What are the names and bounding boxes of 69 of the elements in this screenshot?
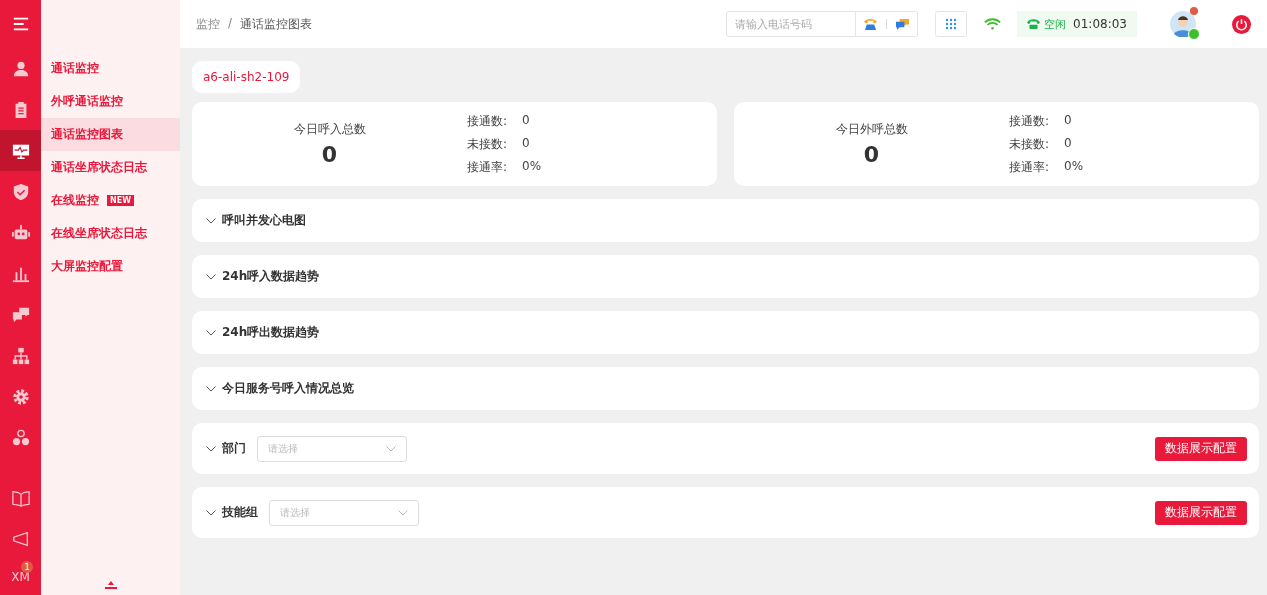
robot-icon — [11, 223, 30, 242]
submenu-item[interactable]: 在线坐席状态日志 — [41, 217, 180, 250]
settings-icon — [11, 387, 30, 406]
section-title[interactable]: 呼叫并发心电图 — [222, 212, 306, 229]
stat-value: 0% — [522, 158, 542, 175]
power-icon[interactable] — [1232, 14, 1251, 34]
submenu-item[interactable]: 通话监控图表 — [41, 118, 180, 151]
chevron-icon[interactable] — [206, 509, 216, 516]
chevron-icon — [386, 445, 396, 452]
submenu-item[interactable]: 在线监控 NEW — [41, 184, 180, 217]
chat-icon[interactable] — [895, 17, 910, 31]
menu-icon[interactable] — [11, 15, 30, 33]
stat-label: 接通数: — [1009, 112, 1051, 130]
section-title[interactable]: 技能组 — [222, 504, 258, 521]
submenu-item[interactable]: 通话监控 — [41, 52, 180, 85]
chat-icon — [11, 305, 30, 324]
keypad-button[interactable] — [935, 11, 967, 37]
submenu-item[interactable]: 大屏监控配置 — [41, 250, 180, 283]
select-placeholder: 请选择 — [280, 505, 310, 520]
phone-search-field[interactable]: 请输入电话号码 — [726, 11, 856, 37]
stat-title: 今日外呼总数 — [835, 121, 908, 138]
call-timer: 01:08:03 — [1073, 17, 1127, 31]
section-title[interactable]: 今日服务号呼入情况总览 — [222, 380, 354, 397]
chevron-icon[interactable] — [206, 273, 216, 280]
chevron-icon[interactable] — [206, 445, 216, 452]
stat-value: 0 — [1064, 112, 1072, 129]
stat-value: 0 — [1064, 135, 1072, 152]
stat-label: 接通数: — [467, 112, 509, 130]
section-title[interactable]: 24h呼入数据趋势 — [222, 268, 320, 285]
breadcrumb-separator: / — [228, 15, 233, 32]
shield-icon — [11, 182, 30, 201]
breadcrumb-link[interactable]: 监控 — [196, 15, 220, 33]
user-initials[interactable]: XM — [11, 570, 30, 584]
stat-value: 0% — [1064, 158, 1084, 175]
book-icon[interactable] — [11, 488, 30, 507]
submenu-item[interactable]: 通话坐席状态日志 — [41, 151, 180, 184]
chevron-icon[interactable] — [206, 217, 216, 224]
stat-total: 0 — [863, 142, 880, 167]
config-button[interactable]: 数据展示配置 — [1155, 500, 1247, 525]
section-title[interactable]: 24h呼出数据趋势 — [222, 324, 320, 341]
person-icon — [11, 59, 30, 78]
stat-label: 接通率: — [467, 158, 509, 176]
stat-label: 未接数: — [467, 135, 509, 153]
stat-label: 接通率: — [1009, 158, 1051, 176]
status-label: 空闲 — [1044, 16, 1066, 32]
breadcrumb-current: 通话监控图表 — [240, 15, 313, 33]
chevron-icon[interactable] — [206, 329, 216, 336]
select-placeholder: 请选择 — [268, 441, 298, 456]
stat-total: 0 — [321, 142, 338, 167]
stat-label: 未接数: — [1009, 135, 1051, 153]
section-title[interactable]: 部门 — [222, 440, 246, 457]
new-tag: NEW — [107, 195, 134, 206]
chevron-icon — [398, 509, 408, 516]
phone-icon — [1027, 19, 1040, 29]
stat-title: 今日呼入总数 — [293, 121, 366, 138]
megaphone-icon[interactable] — [11, 529, 30, 548]
phone-icon[interactable] — [863, 17, 878, 31]
server-tag: a6-ali-sh2-109 — [192, 61, 301, 93]
dot-grid-icon — [945, 18, 957, 30]
chevron-icon[interactable] — [206, 385, 216, 392]
rail-item[interactable] — [0, 130, 41, 171]
wifi-icon — [984, 18, 1001, 30]
notification-badge: 1 — [21, 561, 33, 573]
stat-value: 0 — [522, 135, 530, 152]
org-chart-icon — [11, 346, 30, 365]
stat-value: 0 — [522, 112, 530, 129]
collapse-icon[interactable] — [104, 581, 117, 589]
config-button[interactable]: 数据展示配置 — [1155, 436, 1247, 461]
submenu-item[interactable]: 外呼通话监控 — [41, 85, 180, 118]
